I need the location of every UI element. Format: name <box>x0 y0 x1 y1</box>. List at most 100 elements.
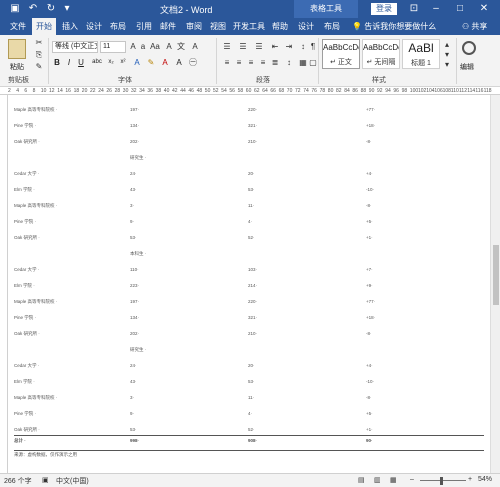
shrink-font-icon[interactable]: a <box>138 43 148 51</box>
copy-icon[interactable]: ⎘ <box>34 51 44 59</box>
print-layout-icon[interactable]: ▥ <box>374 476 381 484</box>
row-label: Pine 学院 · <box>14 123 37 128</box>
zoom-slider-thumb[interactable] <box>440 477 443 485</box>
table-cell: +5· <box>366 219 373 224</box>
horizontal-ruler[interactable]: 2 4 6 8 10 12 14 16 18 20 22 24 26 28 30 32 34 36 38 40 42 44… <box>0 87 500 95</box>
styles-scroll-up-icon[interactable]: ▴ <box>442 41 452 49</box>
font-color-icon[interactable]: A <box>160 57 170 68</box>
styles-more-icon[interactable]: ▾ <box>442 61 452 69</box>
tab-design[interactable]: 设计 <box>84 18 104 35</box>
undo-icon[interactable]: ↶ <box>26 2 40 16</box>
superscript-icon[interactable]: x² <box>118 57 128 68</box>
vertical-ruler[interactable] <box>0 95 8 473</box>
align-center-icon[interactable]: ≡ <box>234 59 244 67</box>
ruler-tick: 70 <box>286 88 293 94</box>
language[interactable]: 中文(中国) <box>56 476 89 486</box>
font-size-combo[interactable]: 11 <box>100 41 126 53</box>
login-button[interactable]: 登录 <box>371 3 397 15</box>
phonetic-icon[interactable]: 文 <box>176 43 186 51</box>
style-heading-1[interactable]: AaBl 标题 1 <box>402 39 440 69</box>
borders-icon[interactable]: ▢ <box>308 59 318 67</box>
zoom-slider[interactable] <box>420 480 466 481</box>
bold-icon[interactable]: B <box>52 57 62 68</box>
font-name-combo[interactable]: 等线 (中文正文 <box>52 41 98 53</box>
maximize-icon[interactable]: □ <box>452 2 468 16</box>
row-label: Maple 高等专科院校 · <box>14 107 58 112</box>
style-no-spacing[interactable]: AaBbCcDc ↵ 无间隔 <box>362 39 400 69</box>
style-name: ↵ 无间隔 <box>366 59 396 66</box>
char-border-icon[interactable]: A <box>190 43 200 51</box>
subscript-icon[interactable]: x₂ <box>106 57 116 68</box>
customize-toolbar-icon[interactable]: ▾ <box>60 2 74 16</box>
save-icon[interactable]: ▣ <box>8 2 22 16</box>
tab-review[interactable]: 审阅 <box>184 18 204 35</box>
case-icon[interactable]: Aa <box>150 43 160 51</box>
cut-icon[interactable]: ✂ <box>34 39 44 47</box>
zoom-level[interactable]: 54% <box>478 476 492 483</box>
ruler-tick: 54 <box>221 88 227 94</box>
table-cell: +4· <box>366 171 373 176</box>
tab-references[interactable]: 引用 <box>134 18 154 35</box>
ruler-tick: 104 <box>426 88 435 94</box>
proofing-icon[interactable]: ▣ <box>42 476 49 484</box>
editing-button[interactable]: 编辑 <box>460 62 474 72</box>
distribute-icon[interactable]: ≣ <box>270 59 280 67</box>
web-layout-icon[interactable]: ▦ <box>390 476 397 484</box>
ribbon-display-icon[interactable]: ⊡ <box>406 2 422 16</box>
decrease-indent-icon[interactable]: ⇤ <box>270 43 280 51</box>
find-icon[interactable] <box>462 41 476 55</box>
align-left-icon[interactable]: ≡ <box>222 59 232 67</box>
table-row: Oak 研究所 · 202· 210· -8· <box>8 331 490 341</box>
vertical-scrollbar[interactable] <box>490 95 500 473</box>
ruler-tick: 88 <box>360 88 367 94</box>
ruler-tick: 24 <box>98 88 104 94</box>
table-cell: 202· <box>130 139 140 144</box>
increase-indent-icon[interactable]: ⇥ <box>284 43 294 51</box>
underline-icon[interactable]: U <box>76 57 86 68</box>
minimize-icon[interactable]: – <box>428 2 444 16</box>
tab-layout[interactable]: 布局 <box>108 18 128 35</box>
tab-mailings[interactable]: 邮件 <box>158 18 178 35</box>
tab-developer[interactable]: 开发工具 <box>232 18 266 35</box>
strikethrough-icon[interactable]: abc <box>90 57 104 68</box>
highlight-icon[interactable]: ✎ <box>146 57 156 68</box>
enclose-char-icon[interactable]: ㊀ <box>188 57 198 68</box>
text-effects-icon[interactable]: A <box>132 57 142 68</box>
clear-format-icon[interactable]: A <box>164 43 174 51</box>
format-painter-icon[interactable]: ✎ <box>34 63 44 71</box>
italic-icon[interactable]: I <box>64 57 74 68</box>
share-button[interactable]: ⚇ 共享 <box>462 18 487 35</box>
zoom-out-icon[interactable]: – <box>410 476 414 483</box>
tell-me-search[interactable]: 💡 告诉我你想要做什么 <box>352 18 436 35</box>
row-label: Cedar 大学 · <box>14 171 40 176</box>
paste-label[interactable]: 粘贴 <box>10 62 24 72</box>
zoom-in-icon[interactable]: + <box>468 476 472 483</box>
char-shading-icon[interactable]: A <box>174 57 184 68</box>
style-normal[interactable]: AaBbCcDc ↵ 正文 <box>322 39 360 69</box>
close-icon[interactable]: ✕ <box>476 2 492 16</box>
show-marks-icon[interactable]: ¶ <box>308 43 318 51</box>
shading-icon[interactable]: ▦ <box>298 59 308 67</box>
tab-help[interactable]: 帮助 <box>270 18 290 35</box>
grow-font-icon[interactable]: A <box>128 43 138 51</box>
word-count[interactable]: 266 个字 <box>4 476 32 486</box>
focus-mode-icon[interactable]: ▤ <box>358 476 365 484</box>
scrollbar-thumb[interactable] <box>493 245 499 305</box>
paste-icon[interactable] <box>8 39 26 59</box>
document-page[interactable]: 总计 · 998· 908· 90· 来源：虚构数据，仅作演示之用 Maple … <box>8 95 490 473</box>
tab-home[interactable]: 开始 <box>32 18 56 35</box>
tab-table-design[interactable]: 设计 <box>296 18 316 35</box>
multilevel-list-icon[interactable]: ☰ <box>254 43 264 51</box>
justify-icon[interactable]: ≡ <box>258 59 268 67</box>
numbering-icon[interactable]: ☰ <box>238 43 248 51</box>
tab-view[interactable]: 视图 <box>208 18 228 35</box>
align-right-icon[interactable]: ≡ <box>246 59 256 67</box>
tab-insert[interactable]: 插入 <box>60 18 80 35</box>
redo-icon[interactable]: ↻ <box>44 2 58 16</box>
tab-file[interactable]: 文件 <box>6 18 30 35</box>
bullets-icon[interactable]: ☰ <box>222 43 232 51</box>
styles-scroll-down-icon[interactable]: ▾ <box>442 51 452 59</box>
line-spacing-icon[interactable]: ↕ <box>284 59 294 67</box>
sort-icon[interactable]: ↕ <box>298 43 308 51</box>
tab-table-layout[interactable]: 布局 <box>322 18 342 35</box>
